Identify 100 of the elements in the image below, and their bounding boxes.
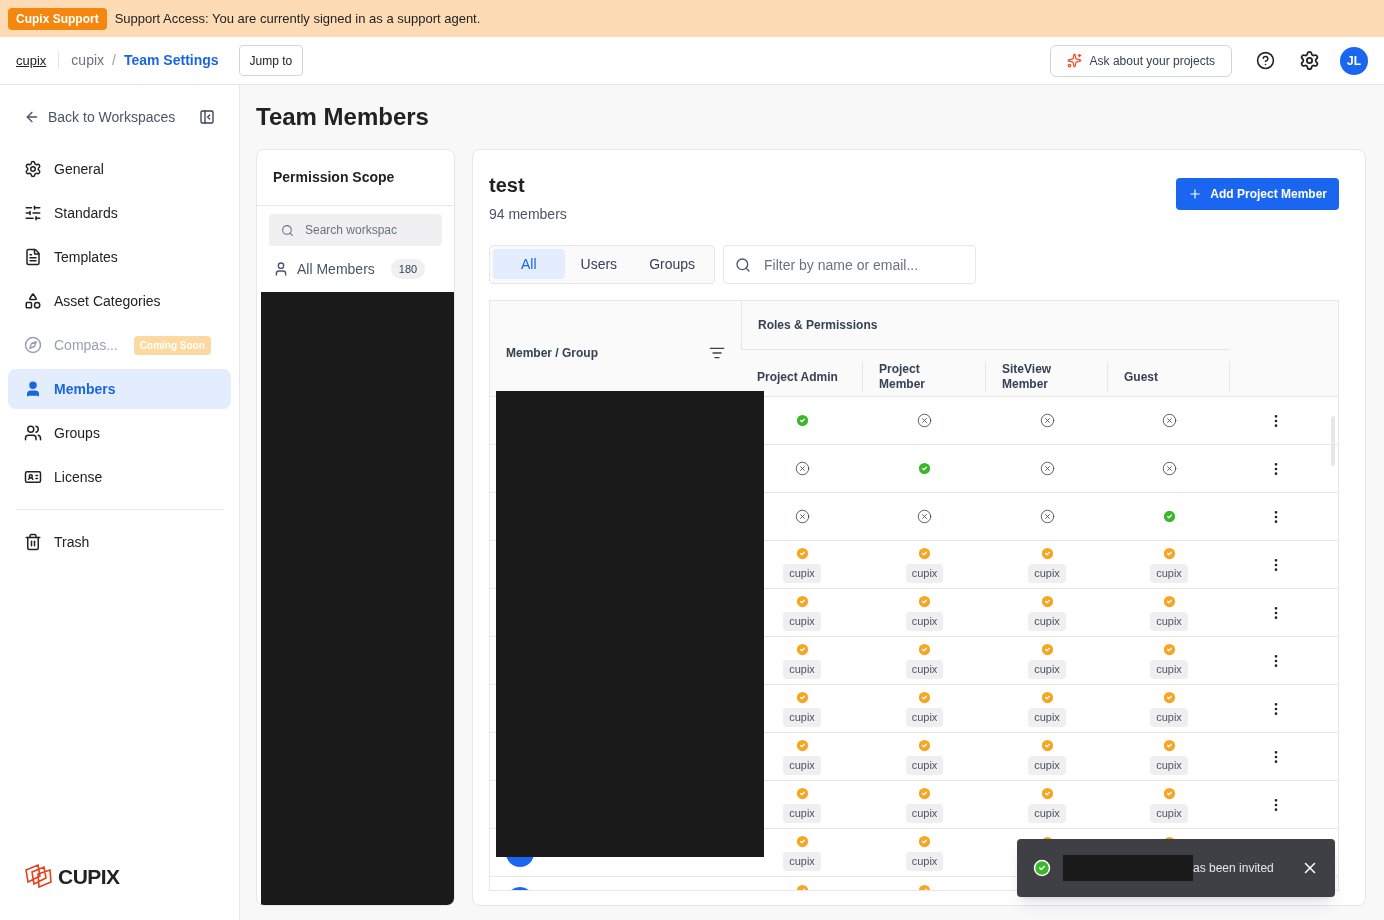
check-icon xyxy=(917,546,932,562)
search-icon xyxy=(735,257,752,273)
group-tag: cupix xyxy=(783,804,821,823)
project-title: test xyxy=(489,173,526,198)
people-icon xyxy=(24,424,42,442)
check-icon xyxy=(917,738,932,754)
column-header: Project Admin xyxy=(757,369,838,385)
plus-icon xyxy=(1188,187,1203,201)
member-filter-field[interactable]: Filter by name or email... xyxy=(723,245,977,284)
success-icon xyxy=(1033,859,1051,877)
check-icon xyxy=(1039,786,1055,802)
column-group-header: Roles & Permissions xyxy=(758,317,878,334)
check-icon xyxy=(794,546,810,562)
collapse-sidebar-icon[interactable] xyxy=(199,109,215,125)
check-icon xyxy=(794,642,810,658)
group-tag: cupix xyxy=(783,708,821,727)
shapes-icon xyxy=(24,292,42,310)
check-icon xyxy=(1161,738,1177,754)
user-avatar[interactable]: JL xyxy=(1340,46,1368,75)
banner-message: Support Access: You are currently signed in as a support agent. xyxy=(114,9,481,28)
group-tag: cupix xyxy=(1150,660,1188,679)
group-tag: cupix xyxy=(1150,708,1188,727)
check-icon xyxy=(1039,738,1055,754)
check-icon xyxy=(1161,690,1177,706)
group-tag: cupix xyxy=(905,708,944,727)
check-icon xyxy=(917,834,932,850)
gear-icon xyxy=(24,160,42,178)
search-icon xyxy=(281,224,294,237)
group-tag: cupix xyxy=(1150,564,1188,583)
help-icon[interactable] xyxy=(1256,51,1275,70)
breadcrumb-separator: / xyxy=(112,51,116,70)
check-icon xyxy=(917,690,932,706)
person-icon xyxy=(24,380,42,398)
group-tag: cupix xyxy=(1150,612,1188,631)
back-link[interactable]: Back to Workspaces xyxy=(24,106,176,128)
group-tag: cupix xyxy=(1028,612,1066,631)
group-tag: cupix xyxy=(905,612,944,631)
check-icon xyxy=(794,786,810,802)
cupix-logo: CUPIX xyxy=(8,860,231,920)
page-title: Team Members xyxy=(256,102,430,132)
sidebar-item[interactable]: Standards xyxy=(8,193,231,233)
group-tag: cupix xyxy=(1028,660,1066,679)
filter-tab[interactable]: All xyxy=(493,249,565,279)
group-tag: cupix xyxy=(1150,804,1188,823)
sidebar-item[interactable]: Templates xyxy=(8,237,231,277)
document-icon xyxy=(24,248,42,266)
breadcrumb-item[interactable]: cupix xyxy=(71,50,105,71)
check-icon xyxy=(794,738,810,754)
group-tag: cupix xyxy=(783,612,821,631)
column-header: Member / Group xyxy=(506,344,598,362)
check-icon xyxy=(917,786,932,802)
id-card-icon xyxy=(24,468,42,486)
check-icon xyxy=(1039,594,1055,610)
member-count: 180 xyxy=(390,258,426,280)
check-icon xyxy=(1161,594,1177,610)
group-tag: cupix xyxy=(1028,804,1066,823)
coming-soon-badge: Coming Soon xyxy=(133,335,211,355)
check-icon xyxy=(1161,546,1177,562)
compass-icon xyxy=(24,336,42,354)
sidebar-item[interactable]: Groups xyxy=(8,413,231,453)
group-tag: cupix xyxy=(1028,564,1066,583)
add-member-button[interactable]: Add Project Member xyxy=(1176,178,1339,210)
sidebar-item[interactable]: General xyxy=(8,149,231,189)
workspace-search-field[interactable]: Search workspac xyxy=(269,214,442,246)
group-tag: cupix xyxy=(783,564,821,583)
column-header: Guest xyxy=(1124,369,1158,385)
check-icon xyxy=(794,690,810,706)
group-tag: cupix xyxy=(1028,756,1066,775)
group-tag: cupix xyxy=(905,756,944,775)
ask-button[interactable]: Ask about your projects xyxy=(1049,44,1232,77)
sidebar-item[interactable]: Trash xyxy=(8,522,231,562)
brand-link[interactable]: cupix xyxy=(16,50,60,71)
breadcrumb-current[interactable]: Team Settings xyxy=(123,50,219,71)
check-icon xyxy=(794,594,810,610)
trash-icon xyxy=(24,533,42,551)
support-badge: Cupix Support xyxy=(8,7,107,30)
check-icon xyxy=(1161,642,1177,658)
sliders-icon xyxy=(24,204,42,222)
filter-tab[interactable]: Users xyxy=(564,249,634,279)
scope-item[interactable]: All Members 180 xyxy=(269,254,442,284)
column-header: Project Member xyxy=(879,362,926,392)
group-tag: cupix xyxy=(905,852,944,871)
sidebar-item[interactable]: License xyxy=(8,457,231,497)
sidebar-item[interactable]: Asset Categories xyxy=(8,281,231,321)
group-tag: cupix xyxy=(783,660,821,679)
check-icon xyxy=(1039,690,1055,706)
group-tag: cupix xyxy=(783,756,821,775)
sidebar-item[interactable]: Members xyxy=(8,369,231,409)
jump-to-button[interactable]: Jump to xyxy=(238,45,304,76)
group-tag: cupix xyxy=(1150,756,1188,775)
scope-title: Permission Scope xyxy=(257,150,454,206)
filter-tab[interactable]: Groups xyxy=(633,249,712,279)
check-icon xyxy=(794,834,810,850)
settings-icon[interactable] xyxy=(1299,50,1320,71)
group-tag: cupix xyxy=(905,804,944,823)
column-header: SiteView Member xyxy=(1002,362,1053,392)
check-icon xyxy=(917,594,932,610)
sparkle-icon xyxy=(1066,53,1082,68)
group-tag: cupix xyxy=(905,660,944,679)
group-tag: cupix xyxy=(1028,708,1066,727)
